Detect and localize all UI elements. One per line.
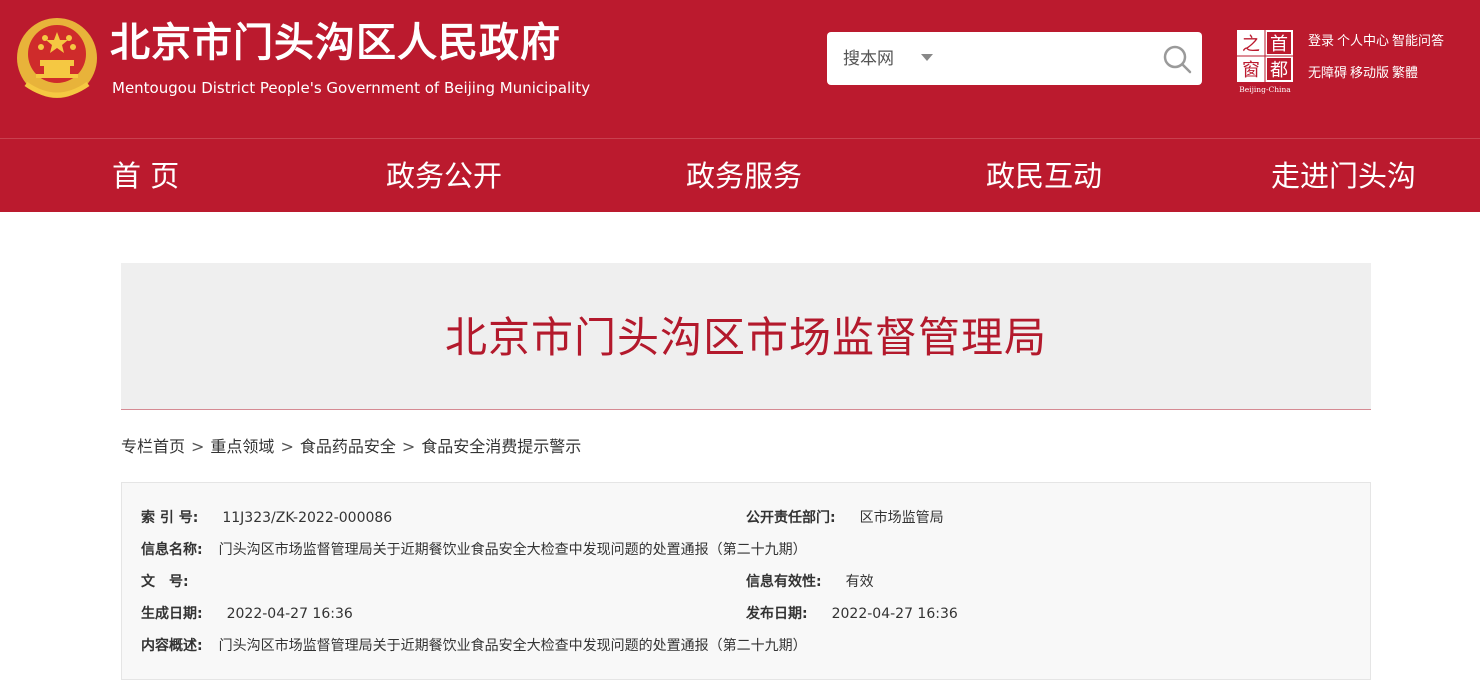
nav-item-gov-affairs-open[interactable]: 政务公开 — [386, 157, 502, 195]
logo-char-4: 都 — [1270, 60, 1288, 81]
dept-label: 公开责任部门: — [746, 510, 836, 526]
logo-char-1: 之 — [1242, 34, 1260, 55]
index-value: 11J323/ZK-2022-000086 — [222, 510, 393, 526]
search-icon[interactable] — [1161, 43, 1193, 75]
info-row-name: 信息名称: 门头沟区市场监督管理局关于近期餐饮业食品安全大检查中发现问题的处置通报… — [141, 540, 807, 560]
breadcrumb-item-food-safety-alerts[interactable]: 食品安全消费提示警示 — [421, 437, 581, 456]
personal-center-link[interactable]: 个人中心 — [1337, 34, 1389, 49]
site-subtitle: Mentougou District People's Government o… — [112, 79, 591, 97]
info-row-index: 索 引 号: 11J323/ZK-2022-000086 — [141, 508, 392, 528]
column-banner: 北京市门头沟区市场监督管理局 — [121, 263, 1371, 410]
index-label: 索 引 号: — [141, 510, 199, 526]
mobile-version-link[interactable]: 移动版 — [1350, 66, 1389, 81]
site-header: 北京市门头沟区人民政府 Mentougou District People's … — [0, 0, 1480, 138]
national-emblem-icon[interactable] — [14, 14, 100, 102]
info-row-created: 生成日期: 2022-04-27 16:36 — [141, 604, 353, 624]
search-scope-select[interactable]: 搜本网 — [843, 48, 894, 70]
capital-window-logo[interactable]: 之 首 窗 都 Beijing-China — [1234, 28, 1296, 94]
info-row-published: 发布日期: 2022-04-27 16:36 — [746, 604, 958, 624]
published-label: 发布日期: — [746, 606, 808, 622]
nav-item-home[interactable]: 首 页 — [112, 157, 179, 195]
info-row-summary: 内容概述: 门头沟区市场监督管理局关于近期餐饮业食品安全大检查中发现问题的处置通报… — [141, 636, 807, 656]
published-value: 2022-04-27 16:36 — [831, 606, 958, 622]
nav-item-gov-services[interactable]: 政务服务 — [686, 157, 802, 195]
breadcrumb-item-column-home[interactable]: 专栏首页 — [121, 437, 185, 456]
breadcrumb: 专栏首页 > 重点领域 > 食品药品安全 > 食品安全消费提示警示 — [121, 436, 581, 458]
summary-label: 内容概述: — [141, 638, 203, 654]
logo-caption: Beijing-China — [1239, 85, 1291, 94]
created-value: 2022-04-27 16:36 — [226, 606, 353, 622]
breadcrumb-separator: > — [401, 437, 416, 456]
nav-item-about-mentougou[interactable]: 走进门头沟 — [1271, 157, 1416, 195]
logo-char-3: 窗 — [1242, 60, 1260, 81]
search-bar: 搜本网 — [827, 32, 1202, 85]
login-link[interactable]: 登录 — [1308, 34, 1334, 49]
breadcrumb-separator: > — [280, 437, 294, 456]
info-row-dept: 公开责任部门: 区市场监管局 — [746, 508, 944, 528]
summary-value: 门头沟区市场监督管理局关于近期餐饮业食品安全大检查中发现问题的处置通报（第二十九… — [218, 638, 807, 654]
smart-qa-link[interactable]: 智能问答 — [1392, 34, 1444, 49]
name-label: 信息名称: — [141, 542, 203, 558]
traditional-chinese-link[interactable]: 繁體 — [1392, 66, 1418, 81]
docno-label: 文 号: — [141, 574, 189, 590]
chevron-down-icon[interactable] — [921, 54, 933, 61]
document-info-panel: 索 引 号: 11J323/ZK-2022-000086 公开责任部门: 区市场监管… — [121, 482, 1371, 680]
breadcrumb-separator: > — [191, 437, 205, 456]
info-row-validity: 信息有效性: 有效 — [746, 572, 874, 592]
breadcrumb-item-key-areas[interactable]: 重点领域 — [210, 437, 274, 456]
banner-title: 北京市门头沟区市场监督管理局 — [444, 313, 1047, 362]
top-links: 登录 个人中心 智能问答 无障碍 移动版 繁體 — [1308, 33, 1447, 97]
nav-item-interaction[interactable]: 政民互动 — [986, 157, 1102, 195]
dept-value: 区市场监管局 — [859, 510, 944, 526]
site-title[interactable]: 北京市门头沟区人民政府 — [110, 18, 561, 68]
created-label: 生成日期: — [141, 606, 203, 622]
main-nav: 首 页 政务公开 政务服务 政民互动 走进门头沟 — [0, 138, 1480, 212]
validity-label: 信息有效性: — [746, 574, 822, 590]
accessibility-link[interactable]: 无障碍 — [1308, 66, 1347, 81]
breadcrumb-item-food-drug-safety[interactable]: 食品药品安全 — [300, 437, 396, 456]
name-value: 门头沟区市场监督管理局关于近期餐饮业食品安全大检查中发现问题的处置通报（第二十九… — [218, 542, 807, 558]
logo-char-2: 首 — [1270, 34, 1288, 55]
validity-value: 有效 — [845, 574, 874, 590]
info-row-docno: 文 号: — [141, 572, 213, 592]
search-input[interactable] — [945, 40, 1145, 77]
